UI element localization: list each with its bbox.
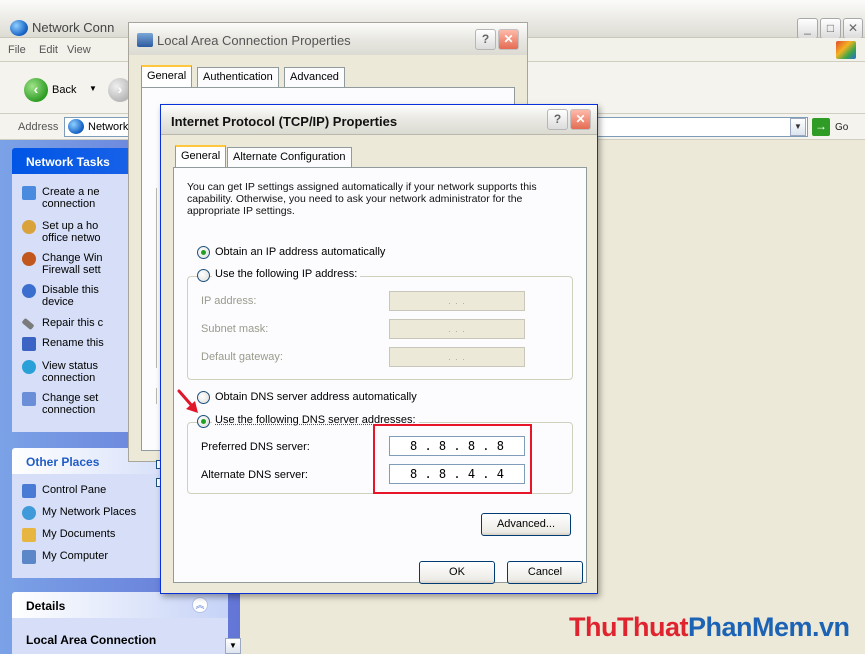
tcpip-close-button[interactable]: ✕ — [570, 109, 591, 130]
other-places-title: Other Places — [26, 455, 100, 469]
back-arrow-icon[interactable]: ‹ — [24, 78, 48, 102]
default-gateway-field[interactable]: . . . — [389, 347, 525, 367]
windows-logo-icon — [836, 41, 856, 59]
control-panel-icon — [22, 484, 36, 498]
subnet-mask-field[interactable]: . . . — [389, 319, 525, 339]
watermark-part-1: ThuThuat — [569, 612, 688, 642]
details-group: Local Area Connection — [12, 618, 228, 654]
subnet-mask-label: Subnet mask: — [201, 323, 269, 335]
ip-manual-radio[interactable] — [197, 269, 210, 282]
explorer-title: Network Conn — [32, 20, 115, 35]
pointer-arrow-icon — [177, 389, 198, 413]
details-connection-name: Local Area Connection — [26, 633, 157, 647]
watermark-part-3: .vn — [812, 612, 850, 642]
tcpip-help-button[interactable]: ? — [547, 109, 568, 130]
firewall-icon — [22, 252, 36, 266]
lac-close-button[interactable]: ✕ — [498, 29, 519, 50]
back-dropdown-icon[interactable]: ▼ — [89, 84, 97, 93]
alternate-dns-label: Alternate DNS server: — [201, 469, 308, 481]
back-label[interactable]: Back — [52, 84, 76, 96]
address-label: Address — [18, 121, 59, 133]
rename-icon — [22, 337, 36, 351]
advanced-button[interactable]: Advanced... — [481, 513, 571, 536]
ip-address-field[interactable]: . . . — [389, 291, 525, 311]
default-gateway-label: Default gateway: — [201, 351, 283, 363]
tcpip-tab-general[interactable]: General — [175, 145, 227, 167]
watermark-part-2: PhanMem — [687, 612, 813, 642]
lac-tab-authentication[interactable]: Authentication — [197, 67, 279, 87]
dns-highlight-box — [373, 424, 532, 494]
tcpip-properties-dialog: Internet Protocol (TCP/IP) Properties ? … — [160, 104, 598, 594]
tcpip-tab-alternate[interactable]: Alternate Configuration — [227, 147, 352, 167]
lac-help-button[interactable]: ? — [475, 29, 496, 50]
tcpip-title-bar: Internet Protocol (TCP/IP) Properties ? … — [161, 105, 597, 135]
go-arrow-icon[interactable]: → — [812, 118, 830, 136]
lac-title-bar: Local Area Connection Properties ? ✕ — [129, 23, 527, 55]
scroll-down-icon[interactable]: ▼ — [225, 638, 241, 654]
network-places-icon — [22, 506, 36, 520]
network-icon — [68, 119, 84, 134]
collapse-chevron-icon[interactable]: ︽ — [192, 597, 208, 613]
ip-manual-label[interactable]: Use the following IP address: — [212, 268, 361, 280]
cancel-button[interactable]: Cancel — [507, 561, 583, 584]
documents-icon — [22, 528, 36, 542]
ip-auto-radio[interactable] — [197, 246, 210, 259]
connection-icon — [137, 33, 153, 47]
dns-auto-label[interactable]: Obtain DNS server address automatically — [215, 391, 417, 403]
watermark-logo: ThuThuatPhanMem.vn — [569, 612, 850, 643]
lac-tab-general[interactable]: General — [141, 65, 193, 87]
repair-icon — [21, 317, 35, 331]
menu-view[interactable]: View — [67, 44, 91, 56]
disable-device-icon — [22, 284, 36, 298]
new-connection-icon — [22, 186, 36, 200]
dns-manual-radio[interactable] — [197, 415, 210, 428]
go-button[interactable]: Go — [835, 122, 848, 133]
address-dropdown-icon[interactable]: ▼ — [790, 118, 806, 136]
maximize-button[interactable]: □ — [820, 18, 841, 39]
menu-file[interactable]: File — [8, 44, 26, 56]
home-network-icon — [22, 220, 36, 234]
tcpip-title: Internet Protocol (TCP/IP) Properties — [171, 114, 398, 129]
address-value: Network — [88, 121, 129, 133]
ip-address-label: IP address: — [201, 295, 257, 307]
close-button[interactable]: ✕ — [843, 18, 863, 39]
network-connections-icon — [10, 20, 28, 36]
settings-icon — [22, 392, 36, 406]
ip-auto-label[interactable]: Obtain an IP address automatically — [215, 246, 385, 258]
lac-title: Local Area Connection Properties — [157, 33, 351, 48]
status-icon — [22, 360, 36, 374]
lac-tab-advanced[interactable]: Advanced — [284, 67, 345, 87]
tcpip-description: You can get IP settings assigned automat… — [187, 181, 537, 217]
ok-button[interactable]: OK — [419, 561, 495, 584]
preferred-dns-label: Preferred DNS server: — [201, 441, 310, 453]
computer-icon — [22, 550, 36, 564]
network-tasks-title: Network Tasks — [26, 155, 110, 169]
details-title: Details — [26, 599, 66, 613]
menu-edit[interactable]: Edit — [39, 44, 58, 56]
minimize-button[interactable]: _ — [797, 18, 818, 39]
details-header[interactable]: Details ︽ — [12, 592, 228, 618]
